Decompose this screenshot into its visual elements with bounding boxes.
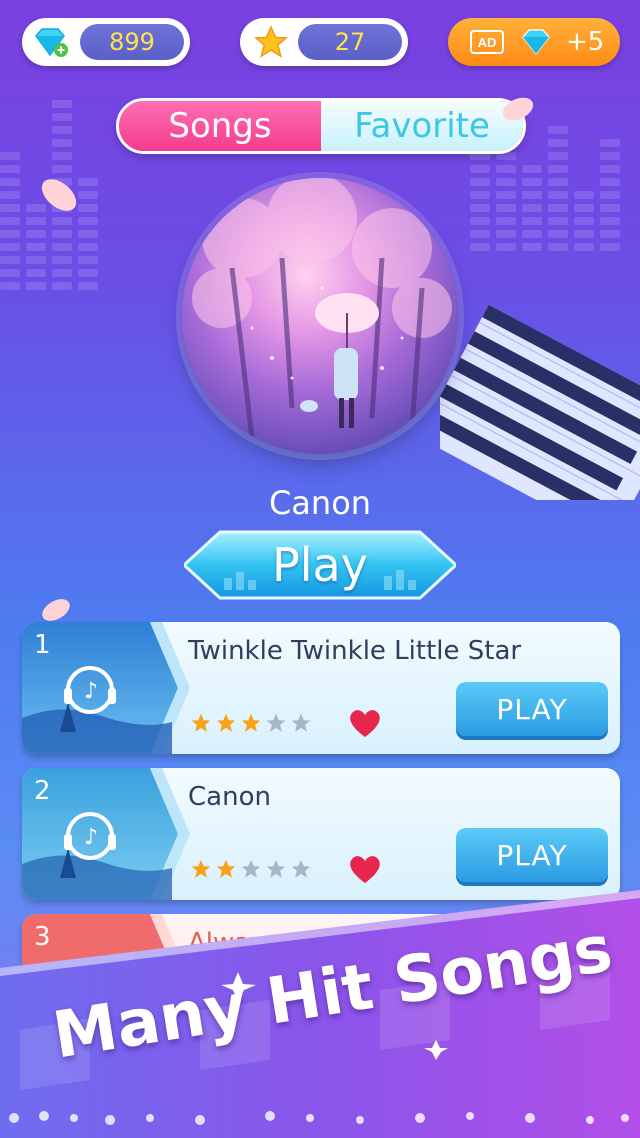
star-filled-icon <box>191 859 211 878</box>
stars-value: 27 <box>298 24 402 60</box>
star-rating <box>190 858 312 880</box>
ad-reward-amount: +5 <box>566 27 605 57</box>
featured-play-button[interactable]: Play <box>181 530 459 600</box>
star-empty-icon <box>266 859 286 878</box>
play-button[interactable]: PLAY <box>456 682 608 736</box>
diamond-icon <box>522 29 550 55</box>
star-filled-icon <box>191 713 211 732</box>
watch-ad-reward-button[interactable]: AD +5 <box>448 18 620 66</box>
favorite-heart-icon[interactable] <box>348 708 382 738</box>
cherry-blossom-illustration <box>192 178 452 439</box>
play-button[interactable]: PLAY <box>456 828 608 882</box>
gems-counter[interactable]: 899 <box>22 18 190 66</box>
song-name: Canon <box>188 782 271 812</box>
song-name: Twinkle Twinkle Little Star <box>188 636 522 666</box>
stars-counter: 27 <box>240 18 408 66</box>
song-rank: 1 <box>34 630 51 660</box>
svg-text:♪: ♪ <box>84 679 98 704</box>
album-art <box>182 178 458 454</box>
star-filled-icon <box>216 859 236 878</box>
song-rank: 2 <box>34 776 51 806</box>
petal-decoration <box>502 97 534 121</box>
svg-text:♪: ♪ <box>84 825 98 850</box>
tab-songs[interactable]: Songs <box>119 101 321 151</box>
star-empty-icon <box>266 713 286 732</box>
star-filled-icon <box>241 713 261 732</box>
star-empty-icon <box>241 859 261 878</box>
star-empty-icon <box>291 859 311 878</box>
star-rating <box>190 712 312 734</box>
list-item[interactable]: ♪ 2 Canon PLAY <box>22 768 620 900</box>
star-filled-icon <box>216 713 236 732</box>
star-empty-icon <box>291 713 311 732</box>
list-item[interactable]: ♪ 1 Twinkle Twinkle Little Star PLAY <box>22 622 620 754</box>
petal-decoration <box>42 599 70 621</box>
favorite-heart-icon[interactable] <box>348 854 382 884</box>
featured-play-label: Play <box>272 538 368 592</box>
diamond-plus-icon <box>35 28 68 57</box>
featured-song-title: Canon <box>268 484 372 522</box>
star-icon <box>254 25 288 58</box>
gems-value: 899 <box>80 24 184 60</box>
tab-favorite[interactable]: Favorite <box>321 101 523 151</box>
petal-decoration <box>41 179 77 211</box>
ad-video-icon: AD <box>470 30 504 54</box>
piano-keys-decoration <box>440 304 640 500</box>
song-tabs: Songs Favorite <box>116 98 526 154</box>
